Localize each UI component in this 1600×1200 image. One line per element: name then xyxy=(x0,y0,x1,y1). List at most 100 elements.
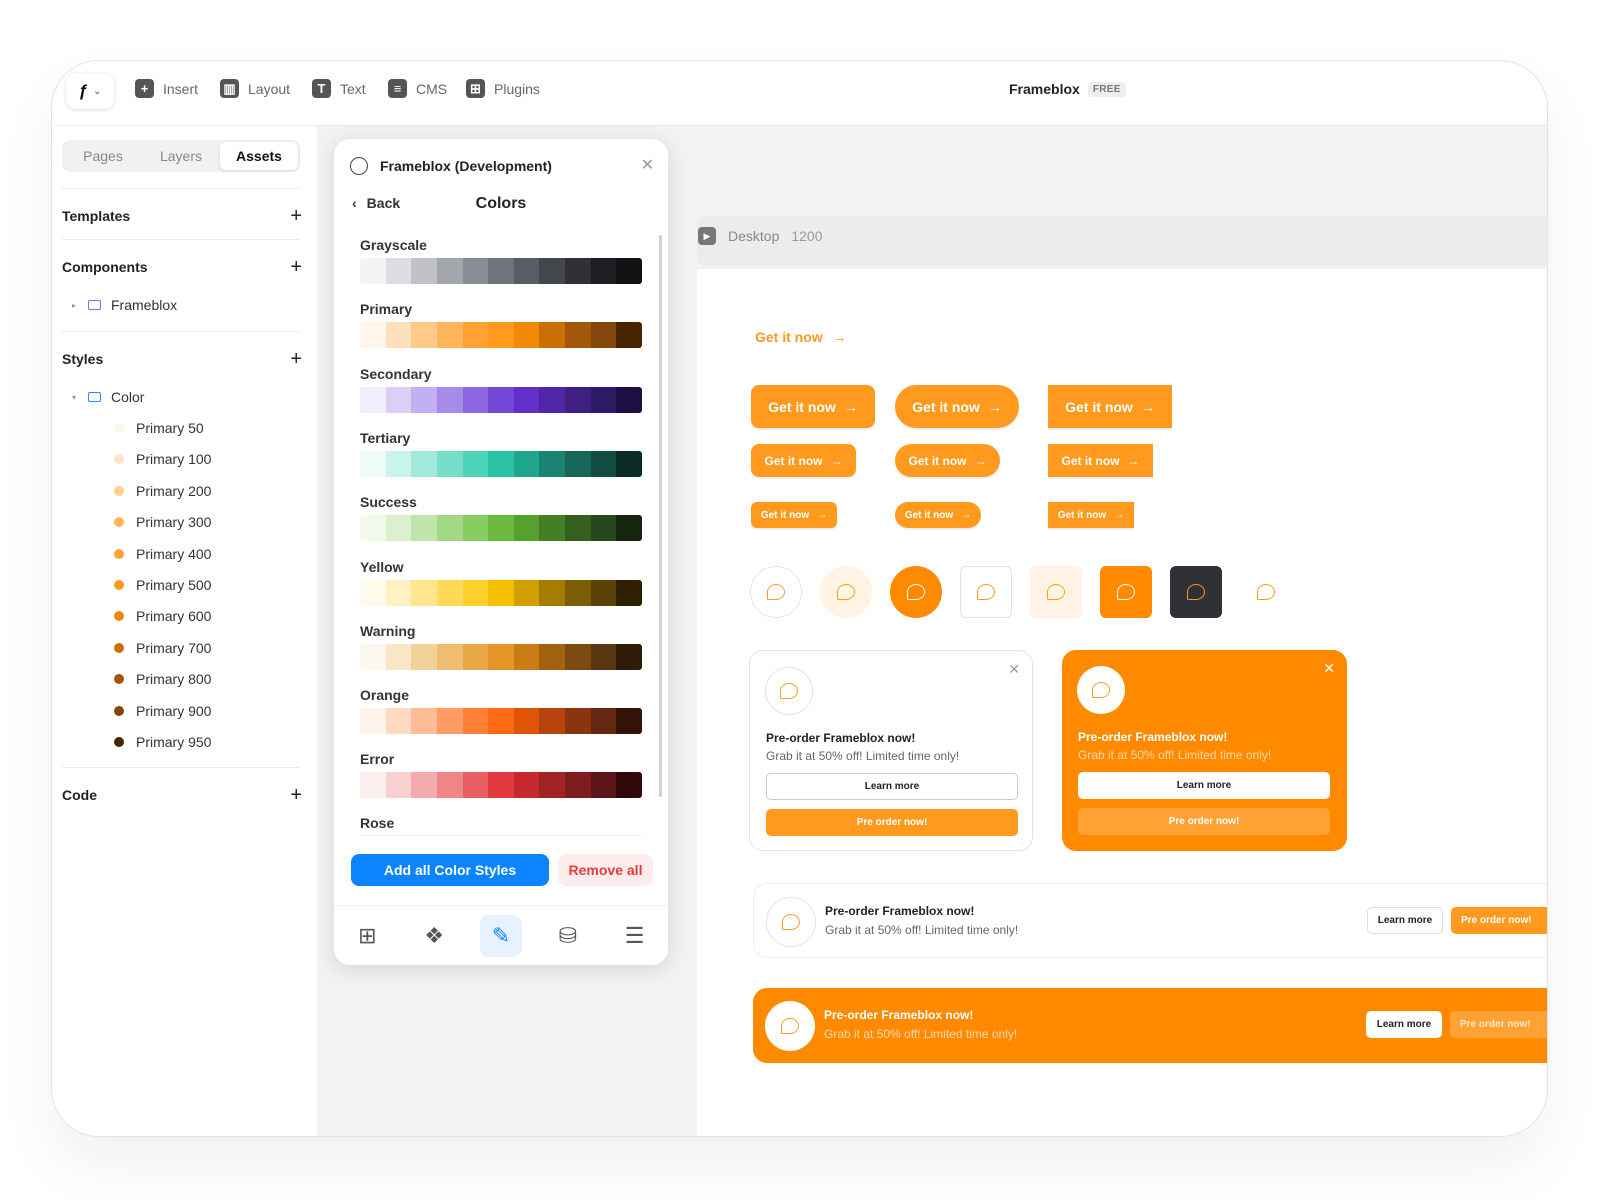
add-style-icon[interactable]: + xyxy=(290,349,302,369)
color-style-item[interactable]: Primary 100 xyxy=(114,451,211,467)
ramp-swatch[interactable] xyxy=(360,643,386,670)
database-icon[interactable]: ⛁ xyxy=(547,915,589,957)
ramp-swatch[interactable] xyxy=(436,515,463,542)
ramp-swatch[interactable] xyxy=(462,322,489,349)
ramp-swatch[interactable] xyxy=(462,772,489,799)
color-style-item[interactable]: Primary 700 xyxy=(114,640,211,656)
ramp-swatch[interactable] xyxy=(590,258,617,284)
ramp-swatch[interactable] xyxy=(488,322,514,349)
ramp-swatch[interactable] xyxy=(411,772,437,799)
get-it-now-button[interactable]: Get it now → xyxy=(895,444,1000,477)
chat-icon-tile[interactable] xyxy=(1030,566,1082,618)
ramp-swatch[interactable] xyxy=(590,386,617,413)
close-icon[interactable]: ✕ xyxy=(641,155,654,175)
chat-icon-tile[interactable] xyxy=(750,566,802,618)
brush-icon[interactable]: ✎ xyxy=(479,914,522,957)
add-component-icon[interactable]: + xyxy=(290,257,302,277)
ramp-swatch[interactable] xyxy=(616,322,642,349)
get-it-now-button[interactable]: Get it now → xyxy=(1048,502,1134,528)
color-ramp[interactable] xyxy=(360,579,642,606)
ramp-swatch[interactable] xyxy=(488,258,514,284)
color-ramp[interactable] xyxy=(360,643,642,670)
color-ramp[interactable] xyxy=(360,258,642,284)
ramp-swatch[interactable] xyxy=(565,450,591,477)
ramp-swatch[interactable] xyxy=(513,643,540,670)
ramp-swatch[interactable] xyxy=(616,579,642,606)
color-style-item[interactable]: Primary 500 xyxy=(114,577,211,593)
ramp-swatch[interactable] xyxy=(385,708,412,735)
components-folder[interactable]: ▸ Frameblox xyxy=(72,297,177,313)
ramp-swatch[interactable] xyxy=(616,708,642,735)
ramp-swatch[interactable] xyxy=(411,322,437,349)
pre-order-button[interactable]: Pre order now! xyxy=(766,809,1018,836)
ramp-swatch[interactable] xyxy=(385,450,412,477)
cta-link[interactable]: Get it now → xyxy=(755,329,847,345)
ramp-swatch[interactable] xyxy=(590,708,617,735)
get-it-now-button[interactable]: Get it now → xyxy=(751,385,875,428)
ramp-swatch[interactable] xyxy=(462,708,489,735)
color-style-item[interactable]: Primary 800 xyxy=(114,671,211,687)
ramp-swatch[interactable] xyxy=(565,515,591,542)
color-style-item[interactable]: Primary 600 xyxy=(114,608,211,624)
frame-header[interactable] xyxy=(697,216,1547,266)
ramp-swatch[interactable] xyxy=(565,386,591,413)
ramp-swatch[interactable] xyxy=(411,579,437,606)
ramp-swatch[interactable] xyxy=(616,515,642,542)
ramp-swatch[interactable] xyxy=(411,515,437,542)
ramp-swatch[interactable] xyxy=(411,386,437,413)
cms-button[interactable]: ≡ CMS xyxy=(388,79,447,98)
ramp-swatch[interactable] xyxy=(411,708,437,735)
learn-more-button[interactable]: Learn more xyxy=(1366,1011,1442,1038)
menu-icon[interactable]: ☰ xyxy=(614,915,656,957)
ramp-swatch[interactable] xyxy=(385,579,412,606)
frame-label[interactable]: ▶ Desktop 1200 xyxy=(698,227,823,245)
ramp-swatch[interactable] xyxy=(488,579,514,606)
color-ramp[interactable] xyxy=(360,708,642,735)
ramp-swatch[interactable] xyxy=(385,772,412,799)
ramp-swatch[interactable] xyxy=(360,322,386,349)
color-style-item[interactable]: Primary 50 xyxy=(114,420,204,436)
ramp-swatch[interactable] xyxy=(411,258,437,284)
ramp-swatch[interactable] xyxy=(360,708,386,735)
chat-icon-tile[interactable] xyxy=(890,566,942,618)
tab-layers[interactable]: Layers xyxy=(142,142,220,170)
chat-icon-tile[interactable] xyxy=(1240,566,1292,618)
ramp-swatch[interactable] xyxy=(513,386,540,413)
ramp-swatch[interactable] xyxy=(462,515,489,542)
ramp-swatch[interactable] xyxy=(436,258,463,284)
ramp-swatch[interactable] xyxy=(590,772,617,799)
ramp-swatch[interactable] xyxy=(436,386,463,413)
get-it-now-button[interactable]: Get it now → xyxy=(751,502,837,528)
ramp-swatch[interactable] xyxy=(360,579,386,606)
ramp-swatch[interactable] xyxy=(411,450,437,477)
ramp-swatch[interactable] xyxy=(539,515,566,542)
ramp-swatch[interactable] xyxy=(616,450,642,477)
ramp-swatch[interactable] xyxy=(539,772,566,799)
close-icon[interactable]: ✕ xyxy=(1323,660,1335,677)
ramp-swatch[interactable] xyxy=(436,772,463,799)
ramp-swatch[interactable] xyxy=(385,643,412,670)
ramp-swatch[interactable] xyxy=(462,579,489,606)
color-ramp[interactable] xyxy=(360,386,642,413)
play-icon[interactable]: ▶ xyxy=(698,227,716,245)
add-code-icon[interactable]: + xyxy=(290,785,302,805)
ramp-swatch[interactable] xyxy=(590,643,617,670)
ramp-swatch[interactable] xyxy=(590,515,617,542)
remove-all-button[interactable]: Remove all xyxy=(558,854,653,886)
add-all-color-styles-button[interactable]: Add all Color Styles xyxy=(351,854,549,886)
tab-pages[interactable]: Pages xyxy=(64,142,142,170)
ramp-swatch[interactable] xyxy=(360,772,386,799)
ramp-swatch[interactable] xyxy=(436,450,463,477)
ramp-swatch[interactable] xyxy=(385,258,412,284)
ramp-swatch[interactable] xyxy=(616,258,642,284)
ramp-swatch[interactable] xyxy=(513,515,540,542)
ramp-swatch[interactable] xyxy=(513,708,540,735)
ramp-swatch[interactable] xyxy=(513,579,540,606)
insert-button[interactable]: + Insert xyxy=(135,79,198,98)
components-icon[interactable]: ❖ xyxy=(413,915,455,957)
ramp-swatch[interactable] xyxy=(488,643,514,670)
ramp-swatch[interactable] xyxy=(436,708,463,735)
color-style-item[interactable]: Primary 200 xyxy=(114,483,211,499)
color-style-item[interactable]: Primary 900 xyxy=(114,703,211,719)
ramp-swatch[interactable] xyxy=(488,386,514,413)
